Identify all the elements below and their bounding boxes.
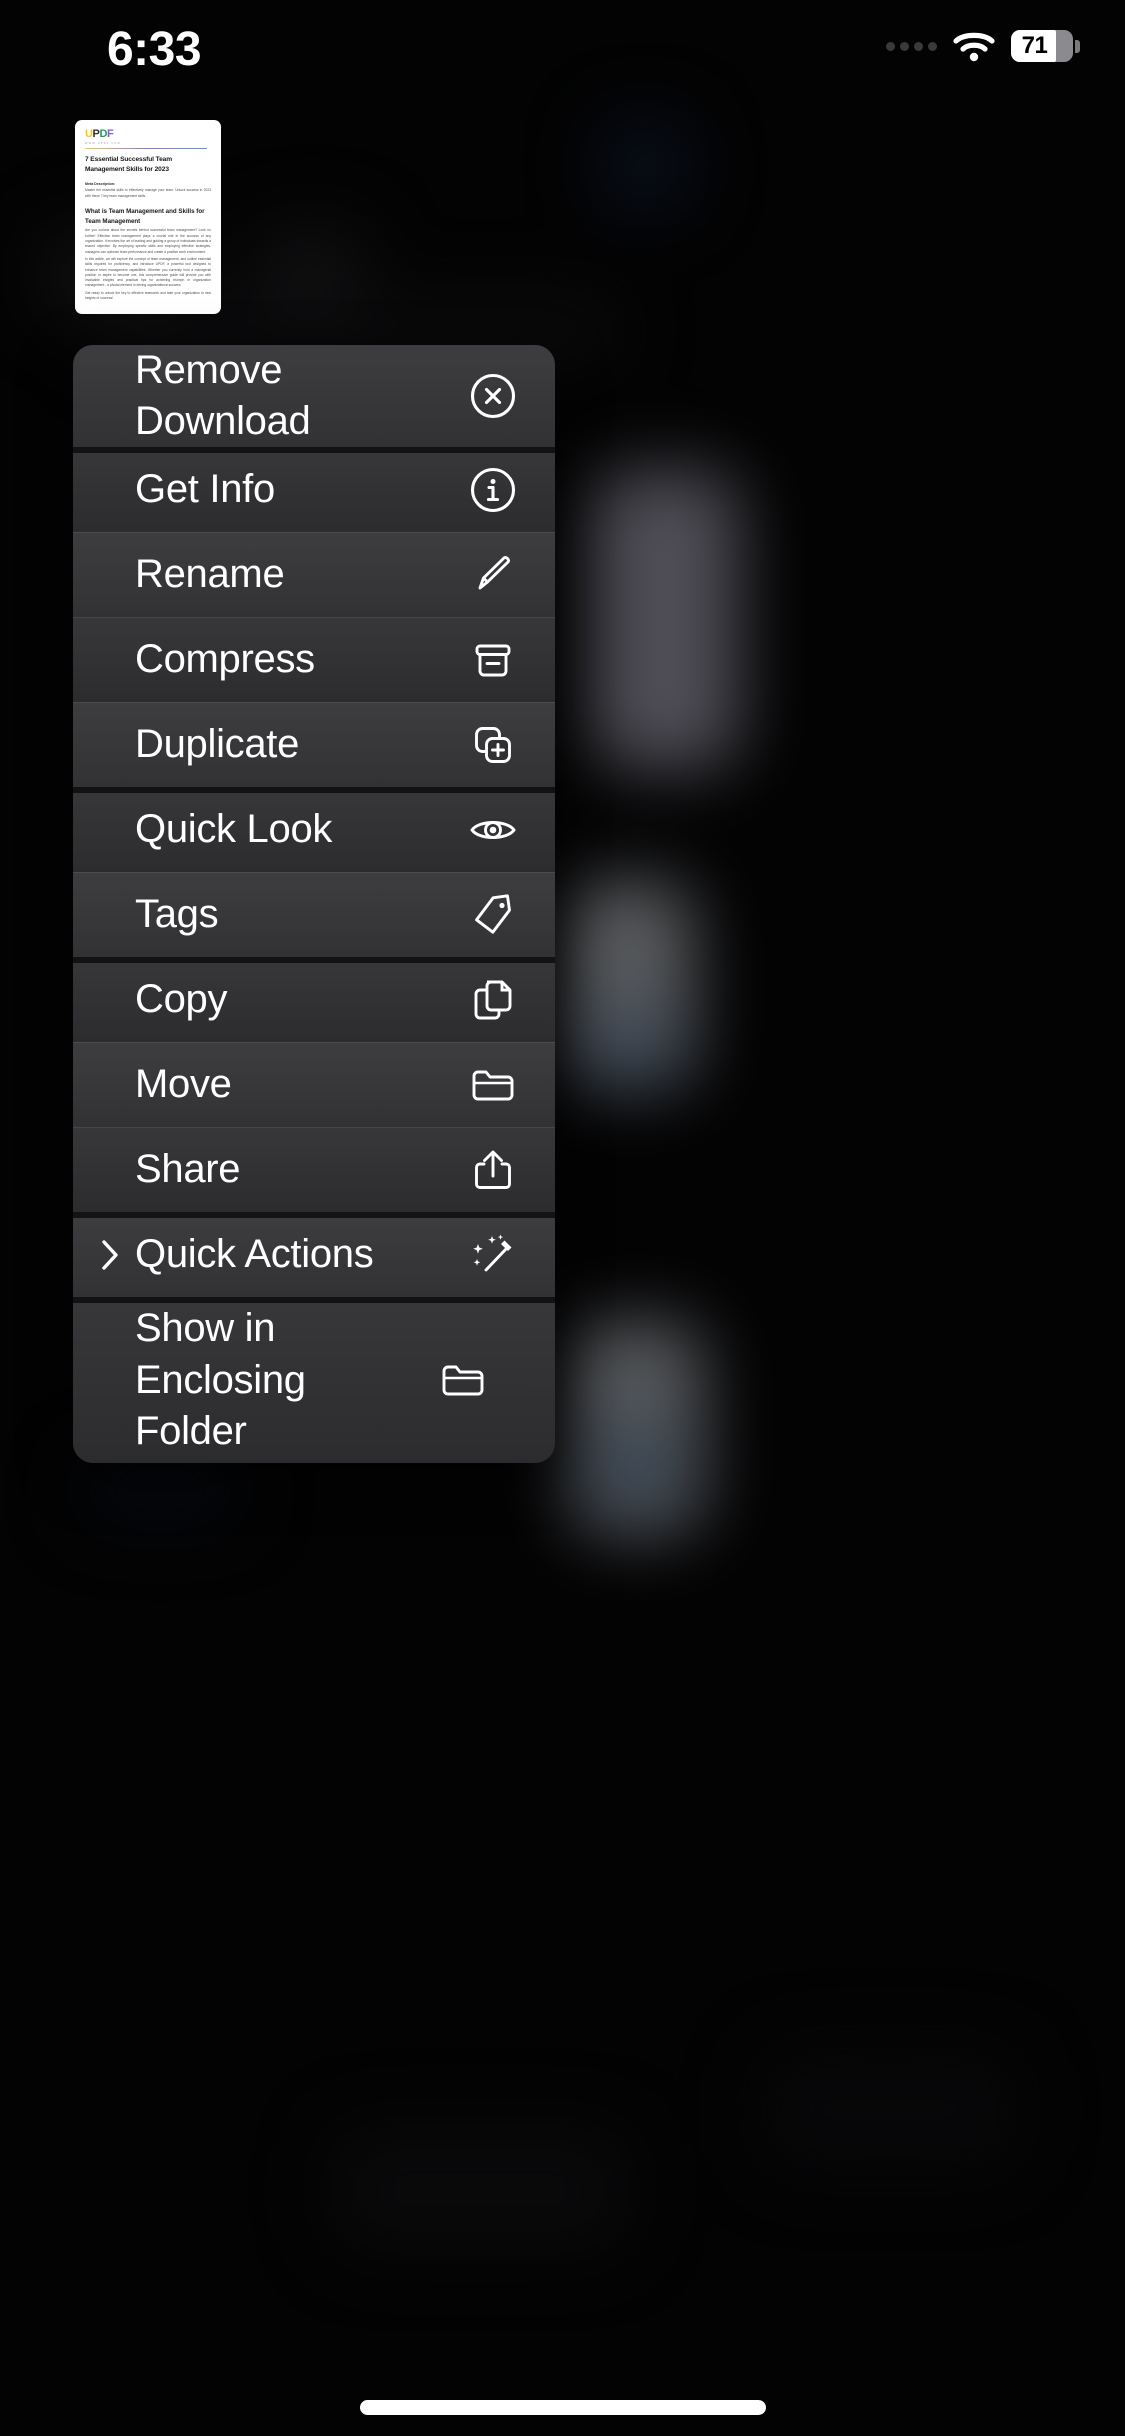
archive-box-icon xyxy=(465,632,521,688)
battery-percent: 71 xyxy=(1021,32,1048,59)
menu-item-label: Move xyxy=(135,1062,232,1107)
thumbnail-title: 7 Essential Successful Team Management S… xyxy=(85,155,172,174)
battery-icon: 71 xyxy=(1011,30,1080,62)
folder-icon xyxy=(435,1352,491,1408)
menu-item-label: Tags xyxy=(135,892,219,937)
context-menu: Remove Download Get Info Rename Compress xyxy=(73,345,555,1463)
thumbnail-body-2: In this article, we will explore the con… xyxy=(85,256,211,288)
thumbnail-body-1: Are you curious about the secrets behind… xyxy=(85,228,211,254)
menu-item-copy[interactable]: Copy xyxy=(73,957,555,1043)
menu-item-show-in-enclosing-folder[interactable]: Show in Enclosing Folder xyxy=(73,1297,555,1463)
document-thumbnail[interactable]: UPDF WWW.UPDF.COM 7 Essential Successful… xyxy=(75,120,221,314)
thumbnail-body-3: Get ready to unlock the key to effective… xyxy=(85,290,211,301)
tag-icon xyxy=(465,887,521,943)
menu-item-label: Rename xyxy=(135,552,285,597)
chevron-right-icon xyxy=(100,1238,122,1272)
menu-item-label: Compress xyxy=(135,637,315,682)
thumbnail-heading-2: What is Team Management and Skills for T… xyxy=(85,207,205,225)
status-indicators: 71 xyxy=(886,30,1080,62)
status-clock: 6:33 xyxy=(106,23,202,76)
menu-item-move[interactable]: Move xyxy=(73,1042,555,1128)
pencil-icon xyxy=(465,547,521,603)
updf-logo-subtitle: WWW.UPDF.COM xyxy=(85,141,121,145)
folder-icon xyxy=(465,1057,521,1113)
x-circle-icon xyxy=(465,368,521,424)
menu-item-label: Share xyxy=(135,1147,241,1192)
info-circle-icon xyxy=(465,462,521,518)
menu-item-label: Remove Download xyxy=(135,348,311,444)
menu-item-label: Show in Enclosing Folder xyxy=(135,1306,306,1453)
menu-item-duplicate[interactable]: Duplicate xyxy=(73,702,555,788)
home-indicator[interactable] xyxy=(359,2400,766,2415)
thumbnail-meta-label: Meta Description: xyxy=(85,182,116,187)
menu-item-label: Duplicate xyxy=(135,722,300,767)
eye-icon xyxy=(465,802,521,858)
menu-item-tags[interactable]: Tags xyxy=(73,872,555,958)
signal-dots-icon xyxy=(886,41,937,51)
menu-item-compress[interactable]: Compress xyxy=(73,617,555,703)
copy-docs-icon xyxy=(465,972,521,1028)
menu-item-label: Copy xyxy=(135,977,228,1022)
updf-logo: UPDF xyxy=(85,128,114,140)
menu-item-quick-look[interactable]: Quick Look xyxy=(73,787,555,873)
phone-screen: 6:33 71 UPDF WWW.UPDF.COM 7 Essential Su… xyxy=(0,0,1125,2436)
magic-wand-icon xyxy=(465,1227,521,1283)
menu-item-get-info[interactable]: Get Info xyxy=(73,447,555,533)
status-bar: 6:33 71 xyxy=(0,0,1125,120)
duplicate-plus-icon xyxy=(465,717,521,773)
menu-item-label: Get Info xyxy=(135,467,275,512)
menu-item-label: Quick Look xyxy=(135,807,333,852)
menu-item-label: Quick Actions xyxy=(135,1232,374,1277)
menu-item-share[interactable]: Share xyxy=(73,1127,555,1213)
menu-item-quick-actions[interactable]: Quick Actions xyxy=(73,1212,555,1298)
wifi-icon xyxy=(953,30,995,62)
share-arrow-icon xyxy=(465,1142,521,1198)
thumbnail-meta-text: Master the essential skills to effective… xyxy=(85,188,211,198)
menu-item-rename[interactable]: Rename xyxy=(73,532,555,618)
logo-divider xyxy=(85,147,207,149)
menu-item-remove-download[interactable]: Remove Download xyxy=(73,345,555,448)
